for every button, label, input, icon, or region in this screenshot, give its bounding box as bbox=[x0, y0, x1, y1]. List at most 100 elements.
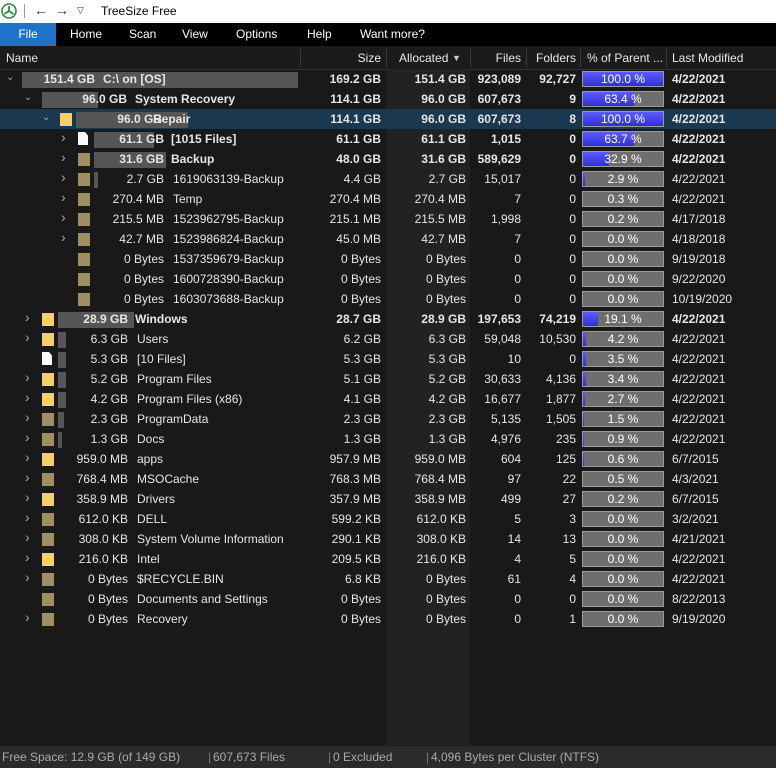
row-folders: 0 bbox=[569, 292, 576, 306]
tree-row[interactable]: › 2.3 GB ProgramData 2.3 GB 2.3 GB 5,135 1,505… bbox=[0, 409, 776, 429]
header-separator[interactable] bbox=[386, 49, 387, 67]
tree-row[interactable]: ⌄ 151.4 GB C:\ on [OS] 169.2 GB 151.4 GB 923,… bbox=[0, 69, 776, 89]
menu-help[interactable]: Help bbox=[307, 23, 332, 46]
row-last-modified: 9/19/2018 bbox=[672, 252, 726, 266]
tree-row[interactable]: ⌄ 96.0 GB System Recovery 114.1 GB 96.0 GB 60… bbox=[0, 89, 776, 109]
percent-bar: 0.0 % bbox=[582, 231, 664, 247]
row-allocated: 28.9 GB bbox=[421, 312, 466, 326]
row-allocated: 216.0 KB bbox=[416, 552, 466, 566]
tree-row[interactable]: › 1.3 GB Docs 1.3 GB 1.3 GB 4,976 235 0.9 % 4/22… bbox=[0, 429, 776, 449]
tree-row[interactable]: › 270.4 MB Temp 270.4 MB 270.4 MB 7 0 0.3 % 4/22… bbox=[0, 189, 776, 209]
row-name: $RECYCLE.BIN bbox=[137, 572, 224, 586]
percent-bar: 0.2 % bbox=[582, 211, 664, 227]
row-files: 16,677 bbox=[484, 392, 521, 406]
row-files: 10 bbox=[507, 352, 521, 366]
tree-row[interactable]: › 215.5 MB 1523962795-Backup 215.1 MB 215.5 … bbox=[0, 209, 776, 229]
header-separator[interactable] bbox=[666, 49, 667, 67]
tree-row[interactable]: › 28.9 GB Windows 28.7 GB 28.9 GB 197,653 74,2… bbox=[0, 309, 776, 329]
percent-bar: 32.9 % bbox=[582, 151, 664, 167]
menu-file[interactable]: File bbox=[0, 23, 56, 46]
row-files: 0 bbox=[514, 272, 521, 286]
back-icon[interactable]: ← bbox=[34, 2, 48, 18]
header-folders[interactable]: Folders bbox=[526, 47, 576, 69]
row-files: 607,673 bbox=[477, 92, 521, 106]
tree-row[interactable]: 0 Bytes 1603073688-Backup 0 Bytes 0 Bytes 0 0… bbox=[0, 289, 776, 309]
tree-row[interactable]: › 61.1 GB [1015 Files] 61.1 GB 61.1 GB 1,015 0… bbox=[0, 129, 776, 149]
header-files[interactable]: Files bbox=[470, 47, 521, 69]
header-size[interactable]: Size bbox=[300, 47, 381, 69]
row-files: 197,653 bbox=[477, 312, 521, 326]
tree-row[interactable]: 0 Bytes 1537359679-Backup 0 Bytes 0 Bytes 0 0… bbox=[0, 249, 776, 269]
tree-row[interactable]: 0 Bytes Documents and Settings 0 Bytes 0 By… bbox=[0, 589, 776, 609]
percent-bar: 0.6 % bbox=[582, 451, 664, 467]
row-files: 7 bbox=[514, 232, 521, 246]
tree-row[interactable]: › 42.7 MB 1523986824-Backup 45.0 MB 42.7 MB 7… bbox=[0, 229, 776, 249]
row-total-size: 0 Bytes bbox=[340, 272, 381, 286]
row-total-size: 0 Bytes bbox=[340, 612, 381, 626]
tree-row[interactable]: › 5.2 GB Program Files 5.1 GB 5.2 GB 30,633 4,… bbox=[0, 369, 776, 389]
row-files: 4 bbox=[514, 552, 521, 566]
header-separator[interactable] bbox=[580, 49, 581, 67]
row-files: 0 bbox=[514, 252, 521, 266]
row-size: 959.0 MB bbox=[76, 452, 128, 466]
row-size: 0 Bytes bbox=[123, 292, 164, 306]
row-allocated: 96.0 GB bbox=[421, 112, 466, 126]
percent-label: 0.0 % bbox=[607, 232, 639, 246]
header-allocated[interactable]: Allocated bbox=[399, 47, 448, 69]
row-folders: 22 bbox=[562, 472, 576, 486]
percent-bar: 3.4 % bbox=[582, 371, 664, 387]
row-folders: 27 bbox=[562, 492, 576, 506]
row-folders: 3 bbox=[569, 512, 576, 526]
tree-row[interactable]: › 0 Bytes Recovery 0 Bytes 0 Bytes 0 1 0.0 % 9/1… bbox=[0, 609, 776, 629]
percent-bar: 4.2 % bbox=[582, 331, 664, 347]
row-folders: 235 bbox=[555, 432, 576, 446]
tree-row[interactable]: › 358.9 MB Drivers 357.9 MB 358.9 MB 499 27 0.2… bbox=[0, 489, 776, 509]
row-name: 1537359679-Backup bbox=[173, 252, 284, 266]
forward-icon[interactable]: → bbox=[55, 2, 69, 18]
row-size: 6.3 GB bbox=[90, 332, 128, 346]
tree-row[interactable]: 5.3 GB [10 Files] 5.3 GB 5.3 GB 10 0 3.5 % 4/22… bbox=[0, 349, 776, 369]
row-allocated: 2.3 GB bbox=[428, 412, 466, 426]
row-name: Docs bbox=[137, 432, 165, 446]
tree-row[interactable]: › 2.7 GB 1619063139-Backup 4.4 GB 2.7 GB 15,0… bbox=[0, 169, 776, 189]
header-name[interactable]: Name bbox=[6, 47, 38, 69]
header-last-modified[interactable]: Last Modified bbox=[672, 47, 743, 69]
row-total-size: 270.4 MB bbox=[329, 192, 381, 206]
row-folders: 5 bbox=[569, 552, 576, 566]
row-files: 14 bbox=[507, 532, 521, 546]
percent-label: 32.9 % bbox=[604, 152, 642, 166]
row-last-modified: 4/22/2021 bbox=[672, 552, 726, 566]
row-size: 308.0 KB bbox=[78, 532, 128, 546]
header-percent-of-parent[interactable]: % of Parent ... bbox=[587, 47, 663, 69]
row-size: 28.9 GB bbox=[83, 312, 128, 326]
menu-scan[interactable]: Scan bbox=[129, 23, 156, 46]
row-files: 1,998 bbox=[490, 212, 521, 226]
percent-label: 0.0 % bbox=[607, 572, 639, 586]
percent-bar: 100.0 % bbox=[582, 71, 664, 87]
row-size: 215.5 MB bbox=[112, 212, 164, 226]
tree-row[interactable]: › 0 Bytes $RECYCLE.BIN 6.8 KB 0 Bytes 61 4 0.0 … bbox=[0, 569, 776, 589]
tree-row[interactable]: › 31.6 GB Backup 48.0 GB 31.6 GB 589,629 0 32.9… bbox=[0, 149, 776, 169]
menu-want-more[interactable]: Want more? bbox=[360, 23, 425, 46]
tree-row[interactable]: › 768.4 MB MSOCache 768.3 MB 768.4 MB 97 22 0.5… bbox=[0, 469, 776, 489]
row-name: Recovery bbox=[137, 612, 188, 626]
quick-access-dropdown-icon[interactable]: ▽ bbox=[77, 5, 84, 16]
row-size: 0 Bytes bbox=[87, 592, 128, 606]
tree-row[interactable]: › 612.0 KB DELL 599.2 KB 612.0 KB 5 3 0.0 % 3/2/… bbox=[0, 509, 776, 529]
tree-row[interactable]: › 6.3 GB Users 6.2 GB 6.3 GB 59,048 10,530 4.2 … bbox=[0, 329, 776, 349]
row-total-size: 4.4 GB bbox=[343, 172, 381, 186]
percent-bar: 0.9 % bbox=[582, 431, 664, 447]
tree-row[interactable]: › 216.0 KB Intel 209.5 KB 216.0 KB 4 5 0.0 % 4/2… bbox=[0, 549, 776, 569]
tree-row[interactable]: 0 Bytes 1600728390-Backup 0 Bytes 0 Bytes 0 0… bbox=[0, 269, 776, 289]
tree-row[interactable]: › 959.0 MB apps 957.9 MB 959.0 MB 604 125 0.6 %… bbox=[0, 449, 776, 469]
tree-row[interactable]: › 4.2 GB Program Files (x86) 4.1 GB 4.2 GB 16… bbox=[0, 389, 776, 409]
menu-options[interactable]: Options bbox=[236, 23, 277, 46]
tree-row[interactable]: ⌄ 96.0 GB Repair 114.1 GB 96.0 GB 607,673 8 100… bbox=[0, 109, 776, 129]
menu-home[interactable]: Home bbox=[70, 23, 102, 46]
tree-row[interactable]: › 308.0 KB System Volume Information 290.1 … bbox=[0, 529, 776, 549]
row-total-size: 1.3 GB bbox=[343, 432, 381, 446]
percent-bar: 19.1 % bbox=[582, 311, 664, 327]
row-last-modified: 4/17/2018 bbox=[672, 212, 726, 226]
row-folders: 4,136 bbox=[545, 372, 576, 386]
menu-view[interactable]: View bbox=[182, 23, 208, 46]
